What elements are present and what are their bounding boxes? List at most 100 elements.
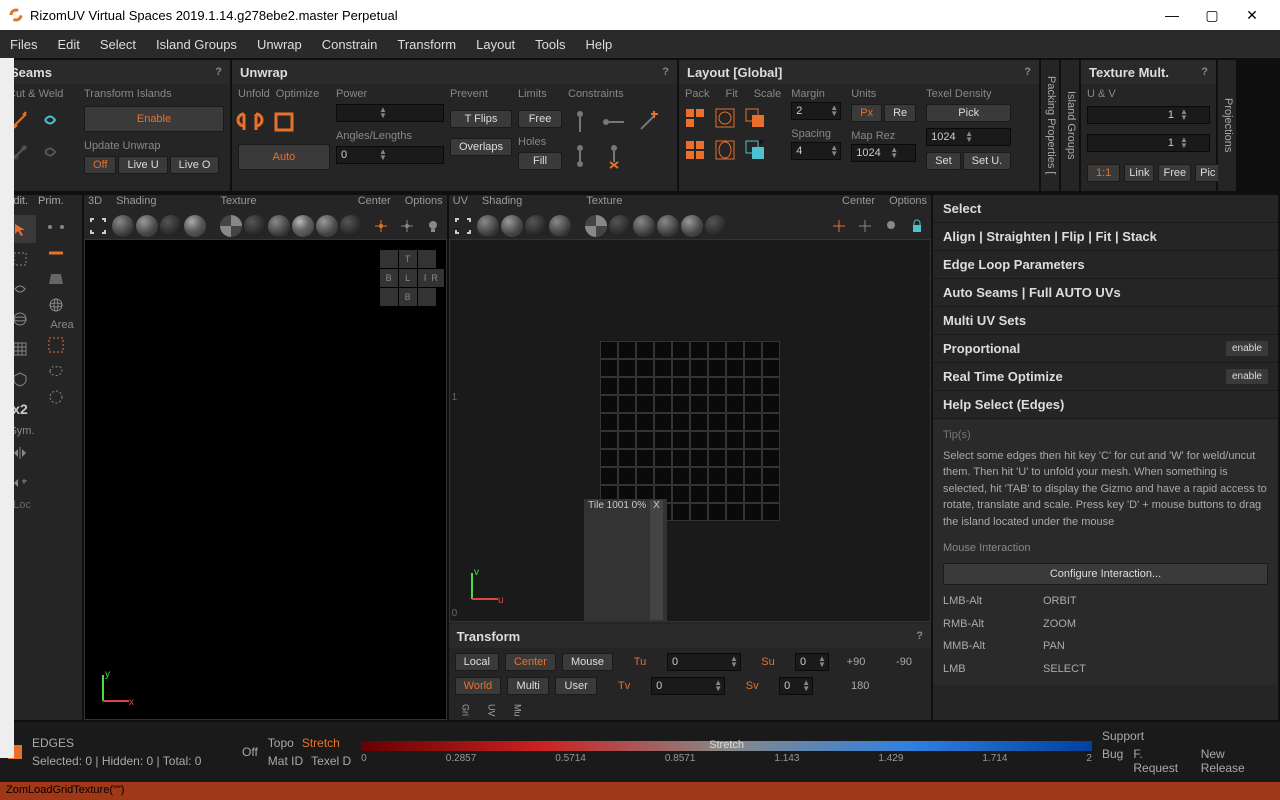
frame-icon[interactable] (86, 214, 110, 238)
menu-edit[interactable]: Edit (57, 37, 79, 52)
tex-ao-icon[interactable] (316, 215, 338, 237)
vertex-icon[interactable] (44, 215, 68, 239)
p90-button[interactable]: +90 (835, 656, 877, 668)
menu-island-groups[interactable]: Island Groups (156, 37, 237, 52)
pick-button[interactable]: Pick (926, 104, 1011, 122)
margin-input[interactable] (792, 103, 828, 119)
select-section[interactable]: Select (933, 195, 1278, 223)
re-button[interactable]: Re (884, 104, 916, 122)
optimize-icon[interactable] (272, 110, 296, 134)
menu-files[interactable]: Files (10, 37, 37, 52)
maprez-input[interactable] (852, 145, 888, 161)
multi-button[interactable]: Multi (507, 677, 549, 695)
lock-icon[interactable] (905, 214, 929, 238)
help-icon[interactable]: ? (215, 66, 222, 78)
fit1-icon[interactable] (715, 108, 737, 130)
su-input[interactable] (796, 654, 816, 670)
new-release-link[interactable]: New Release (1201, 747, 1272, 775)
liveo-button[interactable]: Live O (170, 156, 220, 174)
align-section[interactable]: Align | Straighten | Flip | Fit | Stack (933, 223, 1278, 251)
v-input[interactable] (1088, 135, 1178, 151)
menu-layout[interactable]: Layout (476, 37, 515, 52)
enable-button[interactable]: Enable (84, 106, 224, 132)
pin-vert2-icon[interactable] (568, 144, 592, 168)
autoseams-section[interactable]: Auto Seams | Full AUTO UVs (933, 279, 1278, 307)
tex-image-icon[interactable] (268, 215, 290, 237)
multiuv-section[interactable]: Multi UV Sets (933, 307, 1278, 335)
shade-flat-icon[interactable] (477, 215, 499, 237)
uv-tab[interactable]: UV (475, 700, 499, 720)
unfold-icon[interactable] (238, 110, 262, 134)
edge-icon[interactable] (44, 241, 68, 265)
cube-r[interactable]: R (426, 269, 444, 287)
shade-gloss-icon[interactable] (549, 215, 571, 237)
free-button[interactable]: Free (1158, 164, 1191, 182)
pin-del-icon[interactable] (602, 144, 626, 168)
close-button[interactable]: ✕ (1232, 7, 1272, 24)
3d-viewport[interactable]: T BLF B R yx (84, 239, 447, 720)
td-input[interactable] (927, 129, 963, 145)
shade-dark-icon[interactable] (160, 215, 182, 237)
world-button[interactable]: World (455, 677, 502, 695)
overlaps-button[interactable]: Overlaps (450, 138, 512, 156)
center2-icon[interactable] (395, 214, 419, 238)
proportional-section[interactable]: Proportionalenable (933, 335, 1278, 363)
help-icon[interactable]: ? (1201, 66, 1208, 78)
angles-input[interactable] (337, 147, 377, 163)
area-icon[interactable] (44, 333, 68, 357)
link-button[interactable]: Link (1124, 164, 1154, 182)
tex-ao-icon[interactable] (681, 215, 703, 237)
shade-gloss-icon[interactable] (184, 215, 206, 237)
weld-icon[interactable] (38, 108, 62, 132)
spacing-input[interactable] (792, 143, 828, 159)
light-icon[interactable] (421, 214, 445, 238)
center1-icon[interactable] (827, 214, 851, 238)
stretch-button[interactable]: Stretch (302, 736, 340, 750)
tu-input[interactable] (668, 654, 728, 670)
free-button[interactable]: Free (518, 110, 562, 128)
island-groups-tab[interactable]: Island Groups (1061, 60, 1079, 191)
pin-vert-icon[interactable] (568, 110, 592, 134)
tex-solid-icon[interactable] (609, 215, 631, 237)
off-button[interactable]: Off (84, 156, 116, 174)
tv-input[interactable] (652, 678, 712, 694)
maximize-button[interactable]: ▢ (1192, 7, 1232, 24)
packing-properties-tab[interactable]: Packing Properties [ (1041, 60, 1059, 191)
scale2-icon[interactable]: P (745, 140, 767, 162)
bug-link[interactable]: Bug (1102, 747, 1123, 775)
help-icon[interactable]: ? (1024, 66, 1031, 78)
fill-button[interactable]: Fill (518, 152, 562, 170)
texeld-button[interactable]: Texel D (311, 754, 351, 768)
m90-button[interactable]: -90 (883, 656, 925, 668)
px-button[interactable]: Px (851, 104, 882, 122)
liveu-button[interactable]: Live U (118, 156, 167, 174)
center2-icon[interactable] (853, 214, 877, 238)
loop-icon[interactable] (38, 140, 62, 164)
fit2-icon[interactable] (715, 140, 737, 162)
menu-transform[interactable]: Transform (397, 37, 456, 52)
ratio11-button[interactable]: 1:1 (1087, 164, 1120, 182)
shade-dark-icon[interactable] (525, 215, 547, 237)
tex-user-icon[interactable] (340, 215, 362, 237)
sv-input[interactable] (780, 678, 800, 694)
shade-globe-icon[interactable] (136, 215, 158, 237)
shade-globe-icon[interactable] (501, 215, 523, 237)
auto-button[interactable]: Auto (238, 144, 330, 170)
rto-section[interactable]: Real Time Optimizeenable (933, 363, 1278, 391)
local-button[interactable]: Local (455, 653, 499, 671)
grid-tab[interactable]: Gri (449, 700, 473, 720)
helpsel-section[interactable]: Help Select (Edges) (933, 391, 1278, 419)
enable-rto[interactable]: enable (1226, 369, 1268, 384)
light-icon[interactable] (879, 214, 903, 238)
matid-button[interactable]: Mat ID (268, 754, 303, 768)
menu-select[interactable]: Select (100, 37, 136, 52)
topo-button[interactable]: Topo (268, 736, 294, 750)
r180-button[interactable]: 180 (839, 680, 881, 692)
pack1-icon[interactable] (685, 108, 707, 130)
uv-viewport[interactable]: 1 0 Tile 1001 0%X vu (449, 239, 931, 622)
tex-checker-icon[interactable] (220, 215, 242, 237)
tex-user-icon[interactable] (705, 215, 727, 237)
projections-tab[interactable]: Projections (1218, 60, 1236, 191)
configure-interaction-button[interactable]: Configure Interaction... (943, 563, 1268, 586)
minimize-button[interactable]: — (1152, 7, 1192, 24)
